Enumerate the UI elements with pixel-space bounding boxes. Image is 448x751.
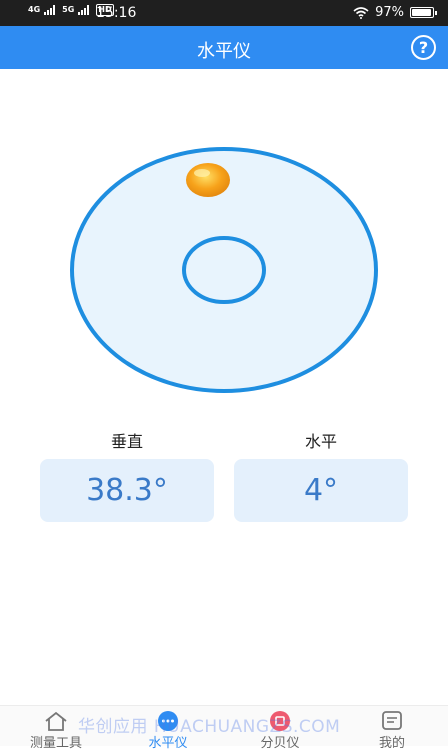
wifi-icon — [353, 6, 369, 19]
nav-item-level[interactable]: 水平仪 — [123, 710, 213, 751]
battery-percent: 97% — [375, 5, 404, 20]
level-bubble — [186, 163, 230, 197]
decibel-icon — [270, 711, 290, 731]
nav-item-measure-tools[interactable]: 测量工具 — [11, 710, 101, 751]
bubble-level — [70, 147, 378, 393]
chat-bubble-icon — [158, 711, 178, 731]
signal-icon-2 — [78, 5, 90, 15]
vertical-value: 38.3° — [40, 459, 214, 522]
signal-icon — [44, 5, 56, 15]
nav-label-measure-tools: 测量工具 — [29, 736, 82, 751]
nav-label-mine: 我的 — [378, 736, 405, 751]
nav-item-decibel[interactable]: 分贝仪 — [235, 710, 325, 751]
help-icon[interactable]: ? — [411, 35, 436, 60]
status-time: 15:16 — [96, 5, 137, 21]
battery-fill — [412, 9, 431, 16]
nav-label-decibel: 分贝仪 — [260, 736, 300, 751]
horizontal-label: 水平 — [304, 432, 337, 451]
vertical-label: 垂直 — [110, 432, 143, 451]
title-bar: 水平仪 ? — [0, 26, 448, 69]
nav-item-mine[interactable]: 我的 — [347, 710, 437, 751]
status-right: 97% — [353, 5, 437, 20]
message-icon — [382, 711, 402, 730]
nav-label-level: 水平仪 — [148, 736, 188, 751]
network-5g-indicator: 5G — [62, 5, 75, 14]
home-icon — [45, 711, 67, 731]
status-bar: 4G 5G HD 15:16 97% — [0, 0, 448, 26]
bottom-nav: 测量工具 水平仪 分贝仪 我的 — [0, 705, 448, 751]
network-4g-indicator: 4G — [28, 5, 41, 14]
battery-icon — [410, 7, 437, 18]
horizontal-value: 4° — [234, 459, 408, 522]
page-title: 水平仪 — [197, 41, 251, 62]
bubble-highlight — [194, 169, 210, 177]
